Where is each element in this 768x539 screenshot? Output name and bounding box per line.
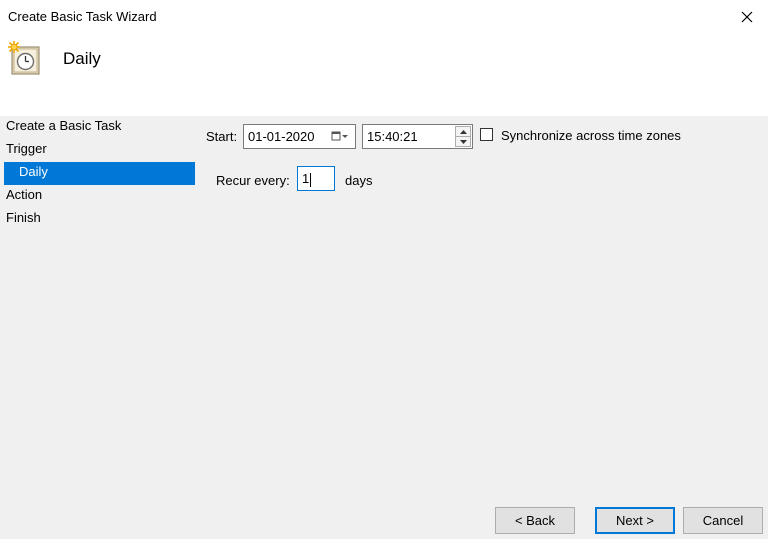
time-spinner	[455, 126, 471, 147]
step-finish[interactable]: Finish	[0, 208, 200, 231]
time-spin-down-button[interactable]	[455, 137, 471, 147]
chevron-up-icon	[459, 129, 467, 134]
recur-every-input[interactable]: 1	[297, 166, 335, 191]
recur-unit-label: days	[345, 173, 373, 188]
wizard-header: Create Basic Task Wizard Daily	[0, 0, 768, 116]
chevron-down-icon	[459, 139, 467, 144]
close-icon	[741, 11, 753, 23]
recur-every-value: 1	[302, 171, 310, 186]
close-button[interactable]	[736, 6, 758, 28]
step-trigger[interactable]: Trigger	[0, 139, 200, 162]
step-label: Trigger	[6, 141, 47, 156]
step-label: Action	[6, 187, 43, 202]
start-date-value: 01-01-2020	[248, 129, 315, 144]
step-label: Create a Basic Task	[6, 118, 122, 133]
start-time-value: 15:40:21	[367, 129, 418, 144]
cancel-button[interactable]: Cancel	[683, 507, 763, 534]
next-button[interactable]: Next >	[595, 507, 675, 534]
scheduled-task-clock-icon	[8, 41, 40, 75]
calendar-dropdown-icon	[331, 131, 348, 141]
text-caret	[310, 172, 312, 187]
step-create-basic-task[interactable]: Create a Basic Task	[0, 116, 200, 139]
start-time-input[interactable]: 15:40:21	[362, 124, 473, 149]
step-action[interactable]: Action	[0, 185, 200, 208]
step-daily[interactable]: Daily	[4, 162, 195, 185]
start-label: Start:	[206, 129, 238, 144]
page-heading: Daily	[63, 49, 101, 68]
back-button[interactable]: < Back	[495, 507, 575, 534]
date-dropdown-button[interactable]	[331, 130, 349, 142]
sync-time-zones-checkbox[interactable]	[480, 128, 493, 141]
wizard-steps-nav: Create a Basic Task Trigger Daily Action…	[0, 116, 200, 231]
time-spin-up-button[interactable]	[455, 126, 471, 137]
step-label: Daily	[19, 164, 48, 179]
window-title: Create Basic Task Wizard	[8, 9, 157, 24]
sync-time-zones-label[interactable]: Synchronize across time zones	[501, 128, 681, 143]
step-label: Finish	[6, 210, 41, 225]
recur-every-label: Recur every:	[216, 173, 290, 188]
wizard-window: Create Basic Task Wizard Daily Create a …	[0, 0, 768, 539]
start-date-picker[interactable]: 01-01-2020	[243, 124, 356, 149]
